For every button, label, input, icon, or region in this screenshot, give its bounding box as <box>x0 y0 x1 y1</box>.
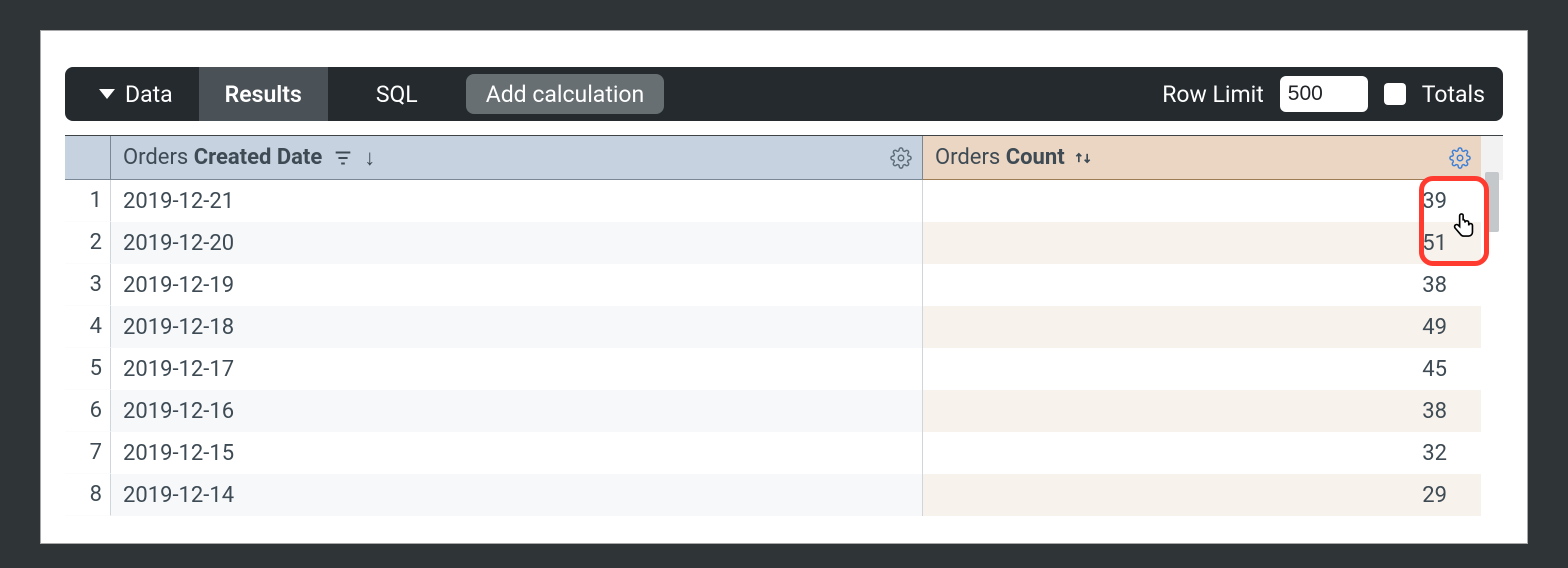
scroll-gutter <box>1481 306 1503 348</box>
scroll-gutter <box>1481 348 1503 390</box>
scroll-gutter <box>1481 390 1503 432</box>
tab-data-label: Data <box>125 81 173 108</box>
row-limit-label: Row Limit <box>1162 81 1264 108</box>
scroll-gutter <box>1481 180 1503 222</box>
tab-data[interactable]: Data <box>65 67 199 121</box>
explore-toolbar: Data Results SQL Add calculation Row Lim… <box>65 67 1503 121</box>
toolbar-tabs: Data Results SQL Add calculation <box>65 67 664 121</box>
cell-count[interactable]: 51 <box>923 222 1481 264</box>
row-number-header <box>65 136 111 180</box>
scroll-gutter <box>1481 474 1503 516</box>
row-number: 4 <box>65 306 111 348</box>
filter-icon <box>332 147 354 169</box>
scroll-gutter <box>1481 222 1503 264</box>
cell-count[interactable]: 29 <box>923 474 1481 516</box>
column-header-created-date[interactable]: Orders Created Date ↓ <box>111 136 923 180</box>
caret-down-icon <box>99 89 115 99</box>
row-number: 5 <box>65 348 111 390</box>
table-row[interactable]: 62019-12-1638 <box>65 390 1503 432</box>
gear-icon[interactable] <box>1449 147 1471 169</box>
row-number: 3 <box>65 264 111 306</box>
cell-count[interactable]: 39 <box>923 180 1481 222</box>
totals-checkbox[interactable] <box>1384 83 1406 105</box>
pivot-icon <box>1073 148 1093 168</box>
column-headers: Orders Created Date ↓ Orders Count <box>65 136 1503 180</box>
tab-results[interactable]: Results <box>199 67 328 121</box>
row-limit-input[interactable] <box>1280 76 1368 112</box>
table-row[interactable]: 42019-12-1849 <box>65 306 1503 348</box>
table-row[interactable]: 72019-12-1532 <box>65 432 1503 474</box>
cell-created-date[interactable]: 2019-12-19 <box>111 264 923 306</box>
row-number: 1 <box>65 180 111 222</box>
gear-icon[interactable] <box>890 147 912 169</box>
table-row[interactable]: 82019-12-1429 <box>65 474 1503 516</box>
table-row[interactable]: 22019-12-2051 <box>65 222 1503 264</box>
column-header-count[interactable]: Orders Count <box>923 136 1481 180</box>
cell-count[interactable]: 32 <box>923 432 1481 474</box>
cell-count[interactable]: 45 <box>923 348 1481 390</box>
cell-count[interactable]: 38 <box>923 264 1481 306</box>
tab-results-label: Results <box>225 81 302 108</box>
scroll-gutter <box>1481 432 1503 474</box>
cell-created-date[interactable]: 2019-12-17 <box>111 348 923 390</box>
cell-created-date[interactable]: 2019-12-14 <box>111 474 923 516</box>
row-number: 2 <box>65 222 111 264</box>
results-panel: Data Results SQL Add calculation Row Lim… <box>40 30 1528 544</box>
table-row[interactable]: 52019-12-1745 <box>65 348 1503 390</box>
totals-label: Totals <box>1422 81 1485 108</box>
tab-sql-label: SQL <box>376 81 418 108</box>
table-body: 12019-12-213922019-12-205132019-12-19384… <box>65 180 1503 516</box>
cell-created-date[interactable]: 2019-12-21 <box>111 180 923 222</box>
row-number: 6 <box>65 390 111 432</box>
table-row[interactable]: 32019-12-1938 <box>65 264 1503 306</box>
cell-count[interactable]: 49 <box>923 306 1481 348</box>
sort-descending-icon: ↓ <box>364 145 375 171</box>
results-table: Orders Created Date ↓ Orders Count <box>65 135 1503 516</box>
scroll-gutter <box>1481 264 1503 306</box>
row-number: 7 <box>65 432 111 474</box>
add-calculation-label: Add calculation <box>486 81 645 108</box>
cell-created-date[interactable]: 2019-12-16 <box>111 390 923 432</box>
tab-sql[interactable]: SQL <box>328 67 466 121</box>
table-row[interactable]: 12019-12-2139 <box>65 180 1503 222</box>
add-calculation-button[interactable]: Add calculation <box>466 74 665 114</box>
cell-count[interactable]: 38 <box>923 390 1481 432</box>
cell-created-date[interactable]: 2019-12-20 <box>111 222 923 264</box>
row-number: 8 <box>65 474 111 516</box>
toolbar-right: Row Limit Totals <box>1144 67 1503 121</box>
cell-created-date[interactable]: 2019-12-18 <box>111 306 923 348</box>
cell-created-date[interactable]: 2019-12-15 <box>111 432 923 474</box>
